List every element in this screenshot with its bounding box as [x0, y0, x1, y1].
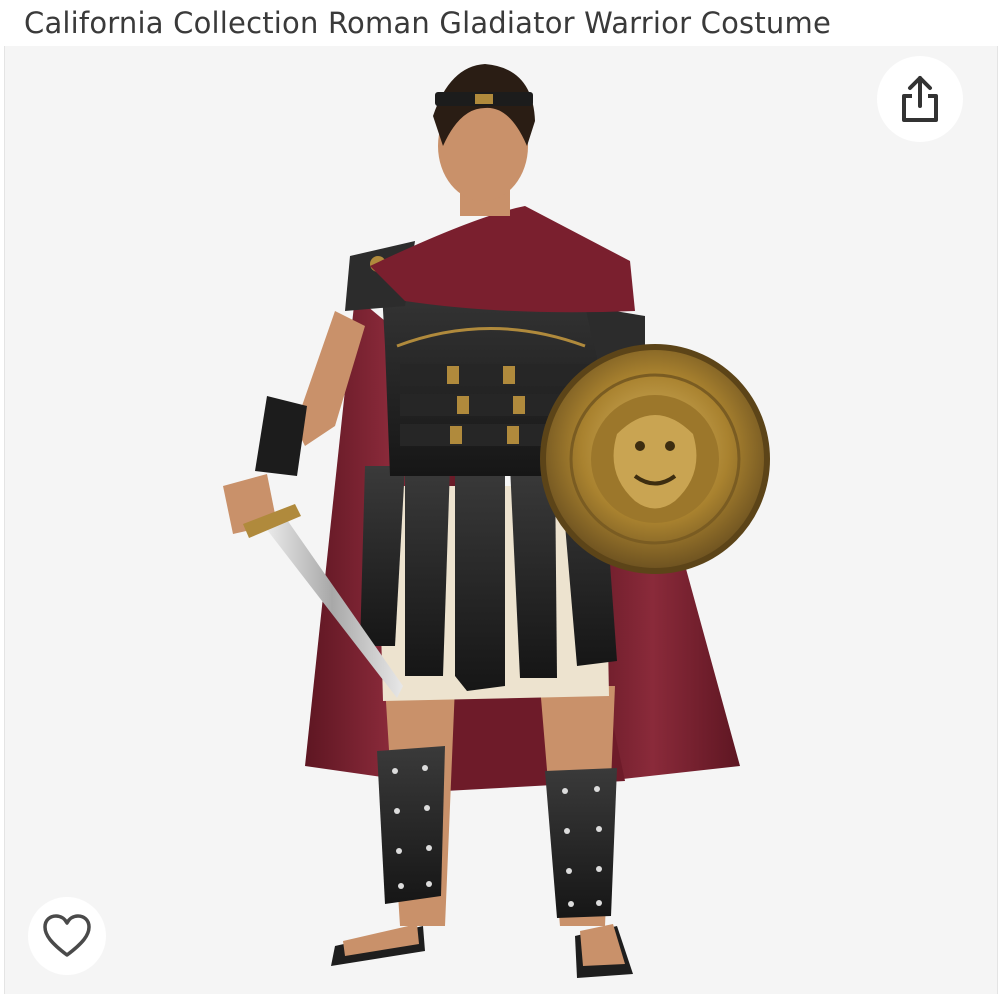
share-button[interactable] — [877, 56, 963, 142]
sandals — [331, 924, 633, 978]
bottom-edge — [0, 994, 1000, 1000]
product-title: California Collection Roman Gladiator Wa… — [24, 6, 831, 40]
title-bar: California Collection Roman Gladiator Wa… — [0, 0, 1000, 46]
product-image-gallery[interactable] — [4, 46, 998, 994]
shield — [540, 344, 770, 574]
wishlist-button[interactable] — [28, 897, 106, 975]
cape-drape — [370, 206, 635, 313]
head — [433, 64, 535, 216]
heart-icon — [43, 914, 91, 957]
share-icon — [902, 76, 938, 122]
product-image[interactable] — [5, 46, 997, 994]
